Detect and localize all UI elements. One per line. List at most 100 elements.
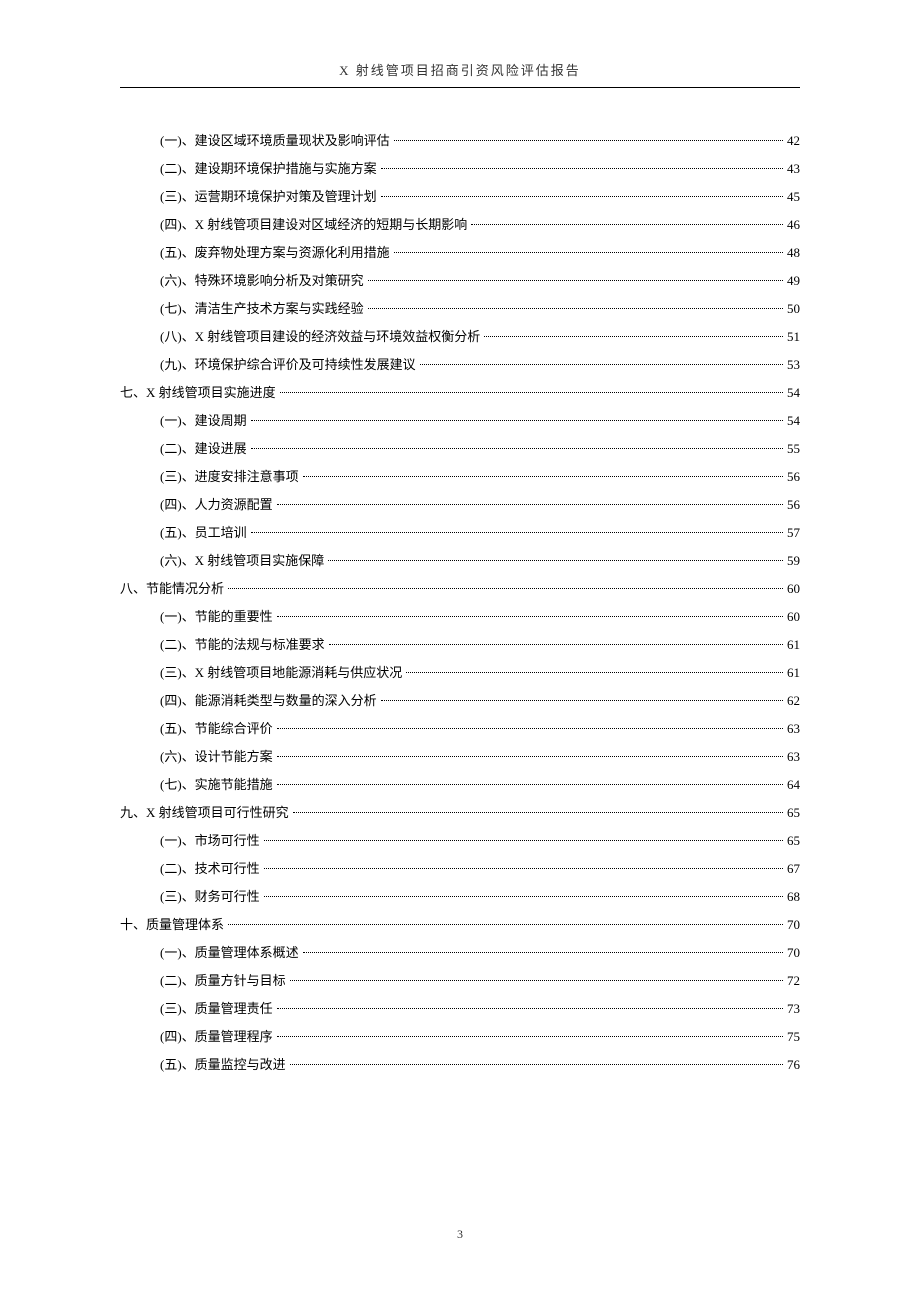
toc-leader-dots	[394, 140, 783, 141]
toc-leader-dots	[251, 532, 783, 533]
toc-leader-dots	[277, 728, 783, 729]
toc-page-number: 60	[787, 576, 800, 602]
toc-entry: (一)、市场可行性 65	[120, 828, 800, 854]
toc-page-number: 43	[787, 156, 800, 182]
toc-leader-dots	[394, 252, 783, 253]
toc-label: (八)、X 射线管项目建设的经济效益与环境效益权衡分析	[160, 324, 480, 350]
toc-entry: (九)、环境保护综合评价及可持续性发展建议 53	[120, 352, 800, 378]
toc-label: (三)、运营期环境保护对策及管理计划	[160, 184, 377, 210]
toc-page-number: 57	[787, 520, 800, 546]
toc-label: (五)、废弃物处理方案与资源化利用措施	[160, 240, 390, 266]
toc-page-number: 61	[787, 660, 800, 686]
toc-page-number: 46	[787, 212, 800, 238]
document-header: X 射线管项目招商引资风险评估报告	[120, 60, 800, 79]
toc-leader-dots	[406, 672, 783, 673]
toc-entry: (一)、建设区域环境质量现状及影响评估 42	[120, 128, 800, 154]
toc-label: (五)、员工培训	[160, 520, 247, 546]
toc-leader-dots	[328, 560, 783, 561]
toc-leader-dots	[303, 476, 783, 477]
toc-leader-dots	[420, 364, 783, 365]
toc-page-number: 73	[787, 996, 800, 1022]
toc-page-number: 42	[787, 128, 800, 154]
toc-page-number: 54	[787, 380, 800, 406]
toc-page-number: 61	[787, 632, 800, 658]
toc-entry: (四)、X 射线管项目建设对区域经济的短期与长期影响 46	[120, 212, 800, 238]
toc-label: (三)、X 射线管项目地能源消耗与供应状况	[160, 660, 402, 686]
toc-leader-dots	[277, 1036, 783, 1037]
toc-page-number: 56	[787, 464, 800, 490]
toc-leader-dots	[368, 280, 783, 281]
toc-page-number: 51	[787, 324, 800, 350]
toc-page-number: 72	[787, 968, 800, 994]
toc-label: (一)、质量管理体系概述	[160, 940, 299, 966]
toc-page-number: 45	[787, 184, 800, 210]
toc-page-number: 53	[787, 352, 800, 378]
toc-leader-dots	[264, 896, 783, 897]
header-divider	[120, 87, 800, 88]
toc-leader-dots	[277, 756, 783, 757]
toc-label: (二)、建设进展	[160, 436, 247, 462]
toc-page-number: 60	[787, 604, 800, 630]
toc-label: (三)、质量管理责任	[160, 996, 273, 1022]
toc-leader-dots	[368, 308, 783, 309]
toc-leader-dots	[381, 700, 783, 701]
page-number: 3	[0, 1227, 920, 1242]
toc-leader-dots	[293, 812, 783, 813]
toc-label: (六)、特殊环境影响分析及对策研究	[160, 268, 364, 294]
toc-label: (九)、环境保护综合评价及可持续性发展建议	[160, 352, 416, 378]
toc-entry: 十、质量管理体系70	[120, 912, 800, 938]
toc-entry: (七)、实施节能措施 64	[120, 772, 800, 798]
toc-page-number: 70	[787, 912, 800, 938]
toc-entry: (八)、X 射线管项目建设的经济效益与环境效益权衡分析 51	[120, 324, 800, 350]
toc-label: (七)、实施节能措施	[160, 772, 273, 798]
toc-page-number: 49	[787, 268, 800, 294]
toc-entry: (三)、X 射线管项目地能源消耗与供应状况 61	[120, 660, 800, 686]
toc-label: (三)、进度安排注意事项	[160, 464, 299, 490]
toc-entry: (四)、能源消耗类型与数量的深入分析62	[120, 688, 800, 714]
toc-leader-dots	[264, 840, 783, 841]
toc-page-number: 59	[787, 548, 800, 574]
toc-entry: 八、节能情况分析 60	[120, 576, 800, 602]
toc-entry: (七)、清洁生产技术方案与实践经验50	[120, 296, 800, 322]
toc-page-number: 56	[787, 492, 800, 518]
toc-label: (四)、质量管理程序	[160, 1024, 273, 1050]
toc-label: (二)、节能的法规与标准要求	[160, 632, 325, 658]
toc-label: 九、X 射线管项目可行性研究	[120, 800, 289, 826]
toc-label: (一)、市场可行性	[160, 828, 260, 854]
toc-page-number: 65	[787, 828, 800, 854]
toc-entry: (三)、财务可行性68	[120, 884, 800, 910]
toc-entry: (一)、质量管理体系概述70	[120, 940, 800, 966]
toc-leader-dots	[277, 616, 783, 617]
toc-page-number: 54	[787, 408, 800, 434]
toc-entry: (一)、节能的重要性60	[120, 604, 800, 630]
toc-entry: (五)、节能综合评价63	[120, 716, 800, 742]
toc-page-number: 64	[787, 772, 800, 798]
toc-leader-dots	[290, 1064, 783, 1065]
toc-entry: (四)、人力资源配置56	[120, 492, 800, 518]
toc-label: 八、节能情况分析	[120, 576, 224, 602]
toc-label: (五)、质量监控与改进	[160, 1052, 286, 1078]
toc-page-number: 63	[787, 744, 800, 770]
toc-page-number: 76	[787, 1052, 800, 1078]
toc-leader-dots	[251, 420, 783, 421]
toc-entry: (三)、运营期环境保护对策及管理计划 45	[120, 184, 800, 210]
toc-leader-dots	[277, 1008, 783, 1009]
toc-entry: (六)、X 射线管项目实施保障59	[120, 548, 800, 574]
toc-entry: (三)、质量管理责任 73	[120, 996, 800, 1022]
toc-page-number: 68	[787, 884, 800, 910]
toc-entry: (二)、质量方针与目标72	[120, 968, 800, 994]
toc-page-number: 62	[787, 688, 800, 714]
toc-leader-dots	[290, 980, 783, 981]
toc-entry: (二)、建设期环境保护措施与实施方案 43	[120, 156, 800, 182]
toc-label: (二)、建设期环境保护措施与实施方案	[160, 156, 377, 182]
toc-entry: (二)、建设进展55	[120, 436, 800, 462]
toc-label: (一)、建设周期	[160, 408, 247, 434]
toc-entry: (六)、特殊环境影响分析及对策研究 49	[120, 268, 800, 294]
toc-entry: (一)、建设周期 54	[120, 408, 800, 434]
toc-page-number: 63	[787, 716, 800, 742]
toc-label: (四)、X 射线管项目建设对区域经济的短期与长期影响	[160, 212, 467, 238]
toc-leader-dots	[277, 784, 783, 785]
toc-label: (一)、建设区域环境质量现状及影响评估	[160, 128, 390, 154]
toc-page-number: 67	[787, 856, 800, 882]
toc-leader-dots	[484, 336, 783, 337]
